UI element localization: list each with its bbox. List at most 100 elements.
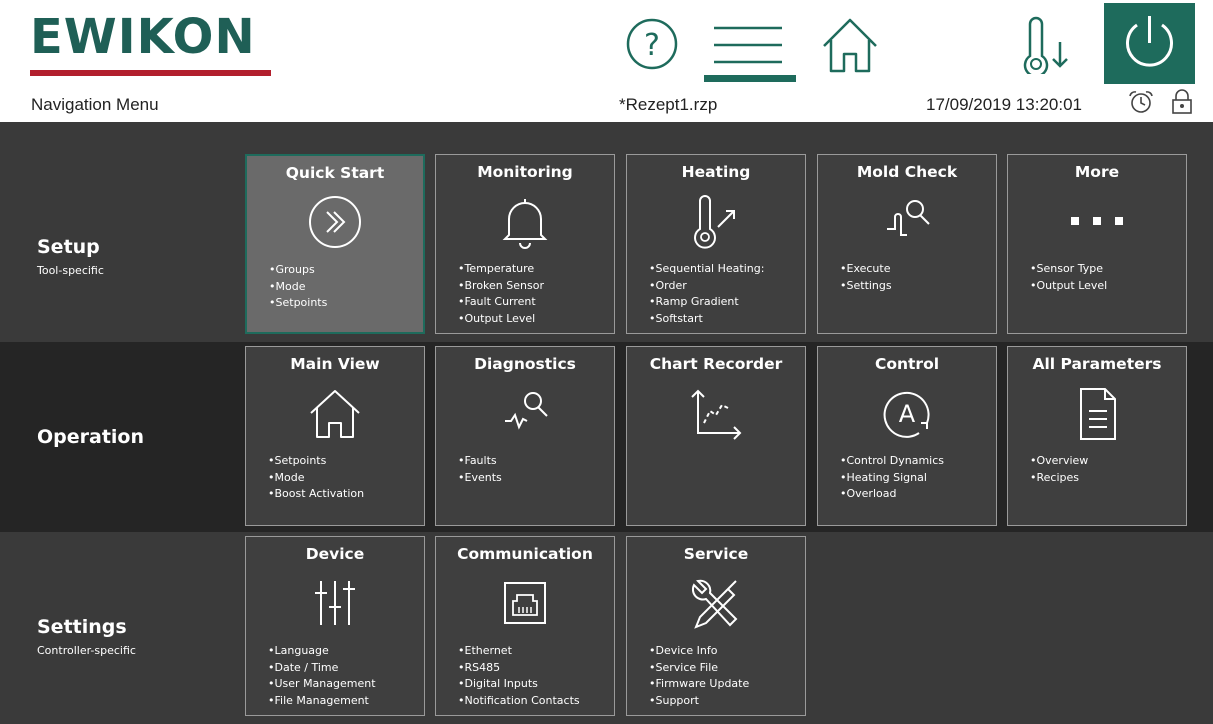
tile-item-list: Overview Recipes xyxy=(1030,453,1089,487)
tile-quick-start[interactable]: Quick Start Groups Mode Setpoints xyxy=(245,154,425,334)
home-icon xyxy=(310,390,360,438)
list-item: Control Dynamics xyxy=(840,453,945,470)
list-item: Ramp Gradient xyxy=(649,294,764,311)
bell-icon xyxy=(502,199,548,249)
tile-item-list: Setpoints Mode Boost Activation xyxy=(268,453,365,503)
row-label-setup: Setup Tool-specific xyxy=(37,236,104,277)
list-item: User Management xyxy=(268,676,376,693)
tile-item-list: Faults Events xyxy=(458,453,502,486)
tile-title: Communication xyxy=(457,545,593,563)
page-title: Navigation Menu xyxy=(31,95,159,114)
lock-icon[interactable] xyxy=(1170,88,1194,116)
temperature-down-icon[interactable] xyxy=(1022,16,1072,74)
list-item: Mode xyxy=(269,279,327,296)
list-item: Digital Inputs xyxy=(458,676,580,693)
menu-icon[interactable] xyxy=(712,22,784,68)
tile-diagnostics[interactable]: Diagnostics Faults Events xyxy=(435,346,615,526)
list-item: Support xyxy=(649,693,749,710)
tile-item-list: Control Dynamics Heating Signal Overload xyxy=(840,453,945,503)
sliders-icon xyxy=(315,581,355,625)
row-label-settings: Settings Controller-specific xyxy=(37,616,136,657)
diagnostics-icon xyxy=(505,392,548,430)
list-item: Output Level xyxy=(1030,278,1108,295)
home-icon[interactable] xyxy=(820,16,880,74)
list-item: Device Info xyxy=(649,643,749,660)
mold-check-icon xyxy=(887,200,930,236)
tile-item-list: Sensor Type Output Level xyxy=(1030,261,1108,295)
list-item: Sequential Heating: xyxy=(649,261,765,278)
row-operation: Operation Main View Setpoints Mode Boost… xyxy=(0,342,1213,532)
network-port-icon xyxy=(504,582,546,624)
tile-more[interactable]: More Sensor Type Output Level xyxy=(1007,154,1187,334)
row-setup: Setup Tool-specific Quick Start Groups M… xyxy=(0,122,1213,342)
power-button[interactable] xyxy=(1104,3,1195,84)
row-subtitle: Controller-specific xyxy=(37,644,136,657)
tile-title: Monitoring xyxy=(477,163,573,181)
tile-service[interactable]: Service Device Info Service File Firmwar… xyxy=(626,536,806,716)
brand-logo: EWIKON xyxy=(30,9,256,65)
svg-text:?: ? xyxy=(644,28,660,63)
tile-all-parameters[interactable]: All Parameters Overview Recipes xyxy=(1007,346,1187,526)
file-name: *Rezept1.rzp xyxy=(619,95,718,114)
auto-control-icon: A xyxy=(883,391,930,438)
list-item: Order xyxy=(649,278,764,295)
tile-item-list: Device Info Service File Firmware Update… xyxy=(649,643,750,710)
row-label-operation: Operation xyxy=(37,426,144,448)
tile-item-list: Groups Mode Setpoints xyxy=(269,262,328,312)
list-item: Broken Sensor xyxy=(458,278,544,295)
tile-control[interactable]: Control A Control Dynamics Heating Signa… xyxy=(817,346,997,526)
list-item: Boost Activation xyxy=(268,486,365,503)
list-item: Faults xyxy=(458,453,502,470)
row-subtitle: Tool-specific xyxy=(37,264,104,277)
list-item: File Management xyxy=(268,693,376,710)
list-item: Firmware Update xyxy=(649,676,750,693)
chart-icon xyxy=(691,389,742,440)
tile-title: Device xyxy=(305,545,365,563)
thermometer-rise-icon xyxy=(694,195,735,249)
list-item: Heating Signal xyxy=(840,470,944,487)
svg-text:A: A xyxy=(899,400,916,428)
list-item: Softstart xyxy=(649,311,764,328)
tile-item-list: Ethernet RS485 Digital Inputs Notificati… xyxy=(458,643,580,709)
row-title: Setup xyxy=(37,236,100,258)
list-item: Recipes xyxy=(1030,470,1088,487)
brand-underline xyxy=(30,70,271,76)
list-item: Sensor Type xyxy=(1030,261,1107,278)
tile-heating[interactable]: Heating Sequential Heating: Order Ramp G… xyxy=(626,154,806,334)
tile-title: Mold Check xyxy=(856,163,958,181)
list-item: Output Level xyxy=(458,311,544,328)
tile-main-view[interactable]: Main View Setpoints Mode Boost Activatio… xyxy=(245,346,425,526)
tile-title: Heating xyxy=(681,163,751,181)
list-item: Temperature xyxy=(458,261,544,278)
list-item: Execute xyxy=(840,261,892,278)
list-item: Notification Contacts xyxy=(458,693,580,710)
tile-communication[interactable]: Communication Ethernet RS485 Digital Inp… xyxy=(435,536,615,716)
tile-title: More xyxy=(1074,163,1120,181)
list-item: Service File xyxy=(649,660,749,677)
list-item: Date / Time xyxy=(268,660,376,677)
tile-item-list: Sequential Heating: Order Ramp Gradient … xyxy=(649,261,765,328)
tile-title: All Parameters xyxy=(1032,355,1162,373)
tile-title: Main View xyxy=(290,355,380,373)
tile-title: Quick Start xyxy=(285,164,385,182)
tile-monitoring[interactable]: Monitoring Temperature Broken Sensor Fau… xyxy=(435,154,615,334)
help-icon[interactable]: ? xyxy=(625,17,679,71)
tile-device[interactable]: Device Language Date / Time User Managem… xyxy=(245,536,425,716)
list-item: Overload xyxy=(840,486,944,503)
alarm-clock-icon[interactable] xyxy=(1127,89,1155,115)
row-settings: Settings Controller-specific Device Lang… xyxy=(0,532,1213,724)
list-item: Setpoints xyxy=(269,295,328,312)
datetime: 17/09/2019 13:20:01 xyxy=(926,95,1082,114)
tile-mold-check[interactable]: Mold Check Execute Settings xyxy=(817,154,997,334)
list-item: Events xyxy=(458,470,502,487)
document-icon xyxy=(1080,388,1116,440)
power-icon xyxy=(1126,16,1173,67)
list-item: Language xyxy=(268,643,376,660)
tile-title: Control xyxy=(874,355,940,373)
list-item: RS485 xyxy=(458,660,580,677)
list-item: Mode xyxy=(268,470,364,487)
tile-chart-recorder[interactable]: Chart Recorder xyxy=(626,346,806,526)
list-item: Groups xyxy=(269,262,327,279)
more-dots-icon xyxy=(1071,217,1123,225)
list-item: Overview xyxy=(1030,453,1089,470)
